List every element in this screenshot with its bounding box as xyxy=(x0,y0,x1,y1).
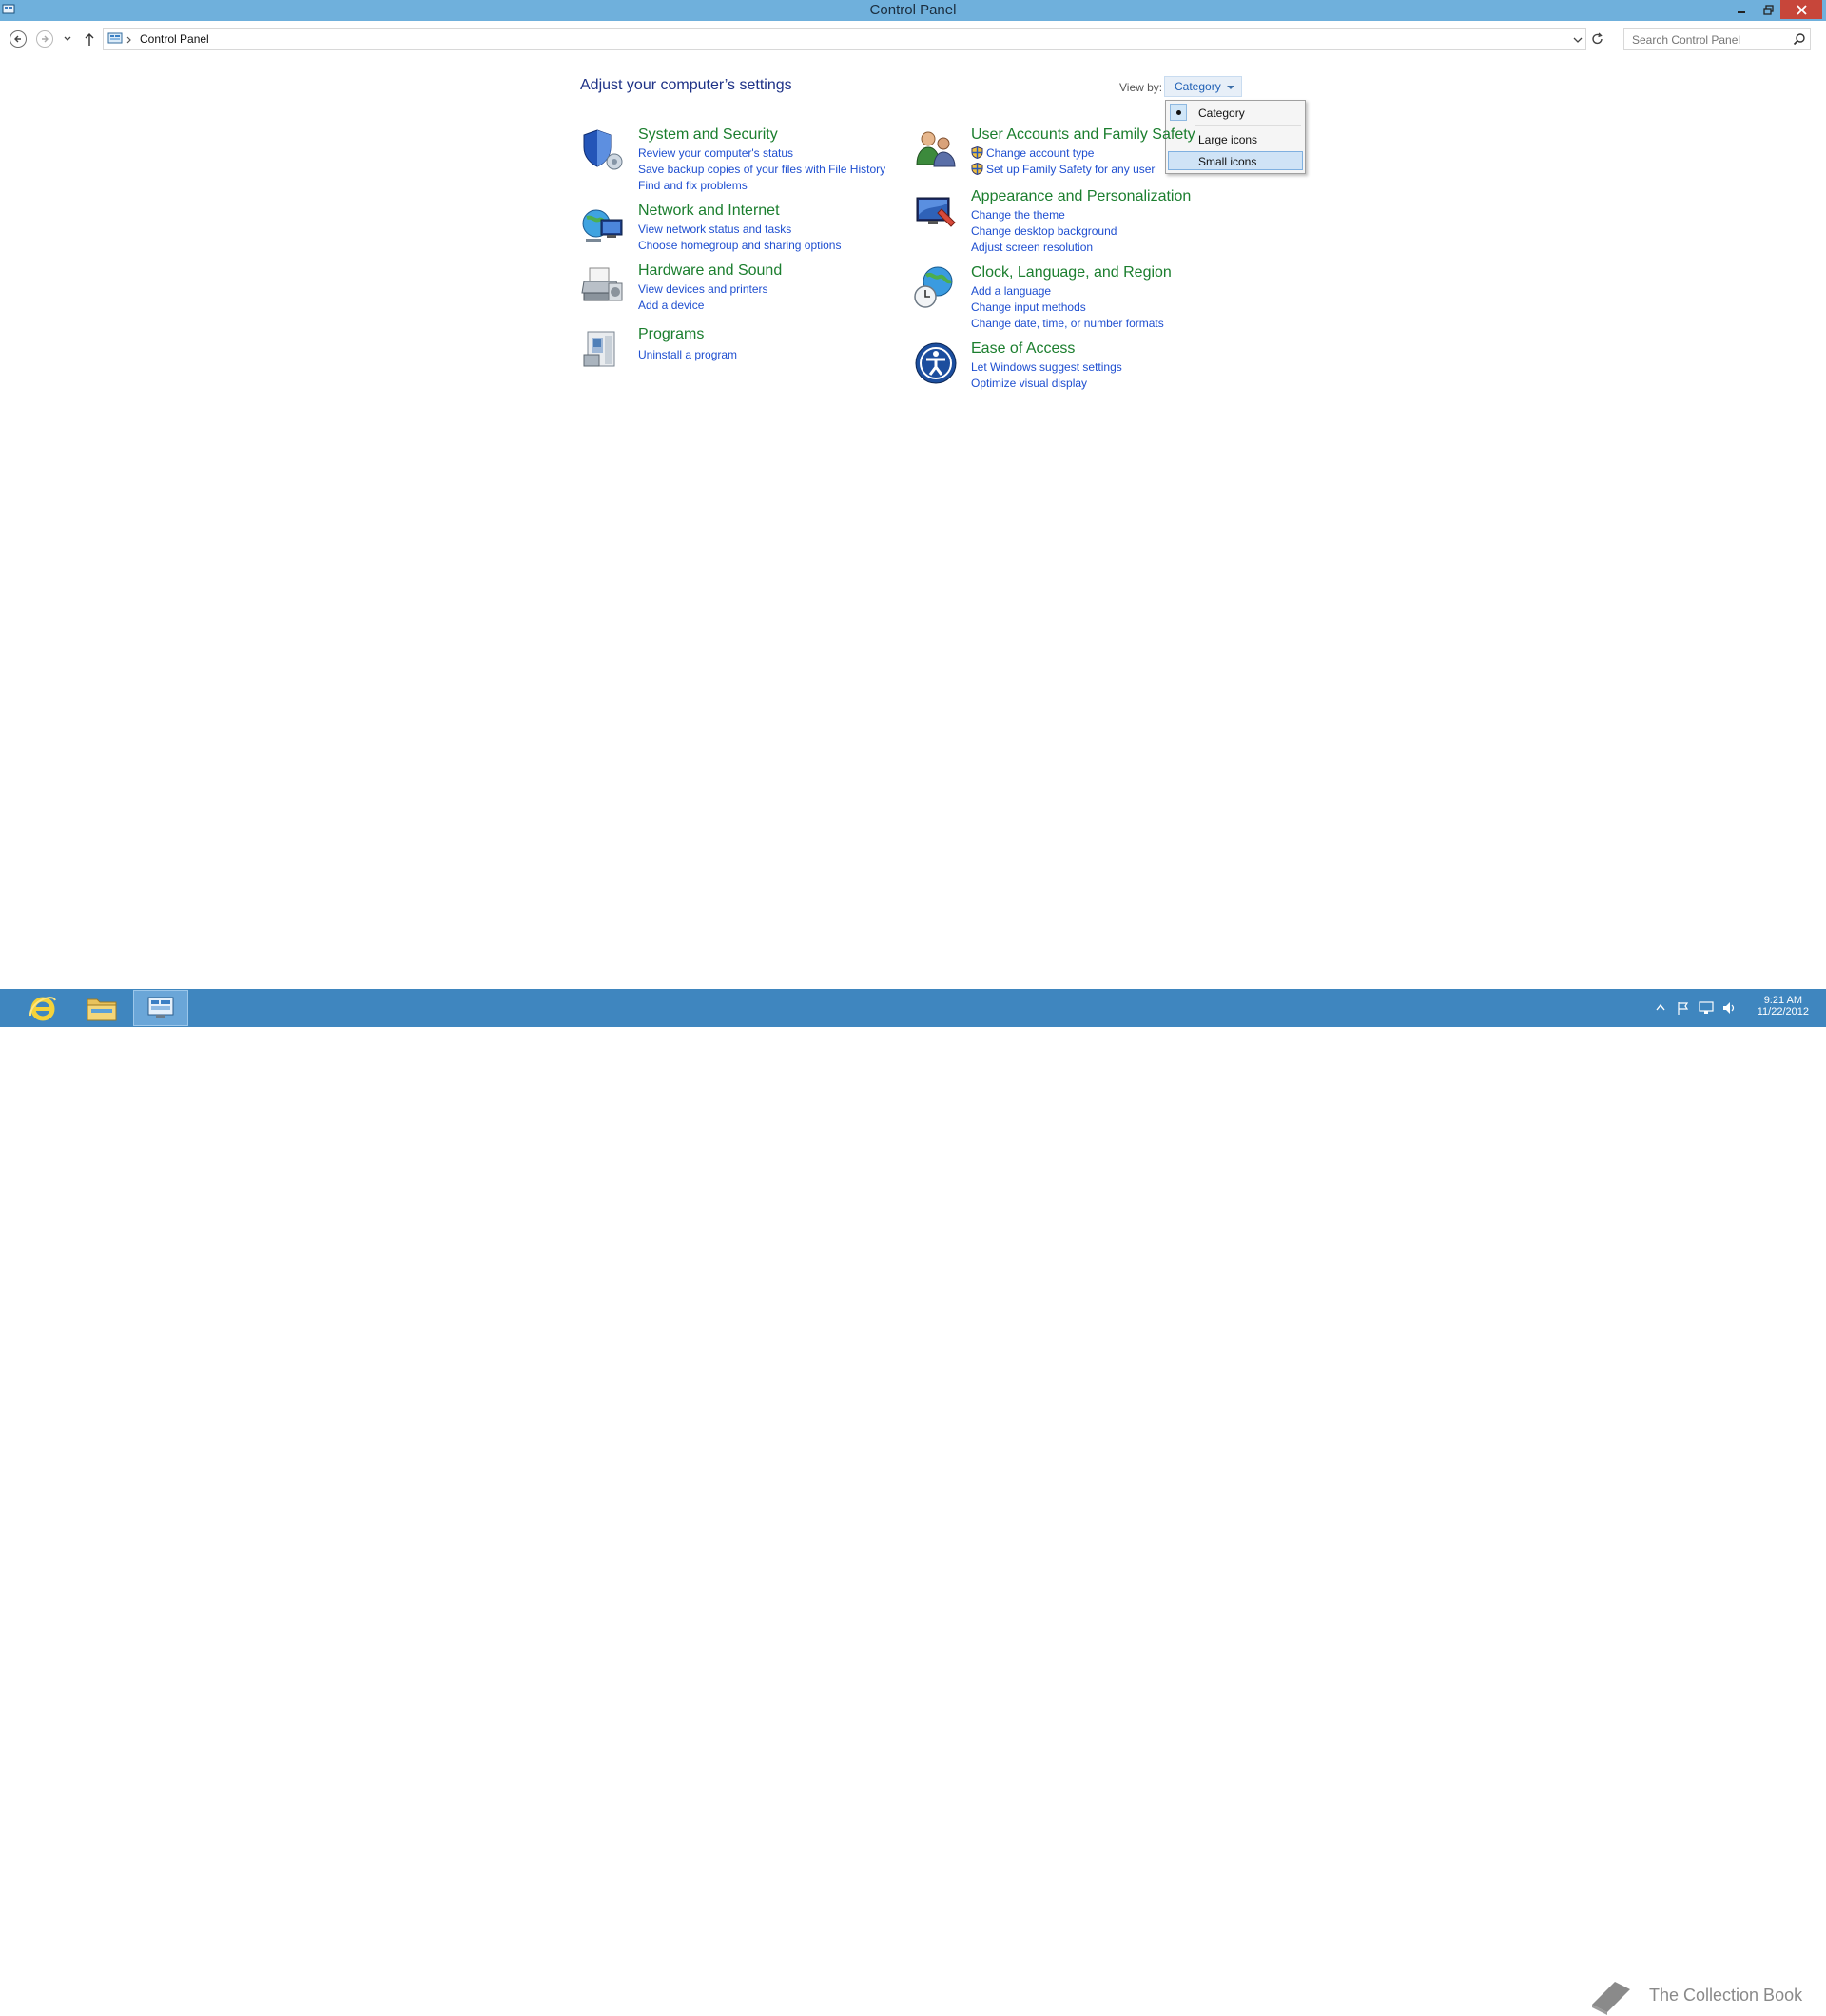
family-safety-link[interactable]: Set up Family Safety for any user xyxy=(971,162,1155,178)
show-hidden-icons-icon[interactable] xyxy=(1655,1002,1666,1012)
folder-icon xyxy=(87,998,117,1021)
forward-button[interactable] xyxy=(36,30,53,48)
printer-icon[interactable] xyxy=(580,262,626,308)
appearance-link[interactable]: Appearance and Personalization xyxy=(971,188,1191,205)
programs-icon[interactable] xyxy=(580,326,626,372)
arrow-right-icon xyxy=(42,35,49,43)
uac-shield-icon xyxy=(971,163,983,175)
volume-icon[interactable] xyxy=(1721,1000,1737,1016)
window-title: Control Panel xyxy=(869,2,957,18)
navigation-bar: Control Panel xyxy=(0,21,1826,55)
uac-shield-icon xyxy=(971,146,983,159)
restore-button[interactable] xyxy=(1754,0,1782,19)
homegroup-sharing-link[interactable]: Choose homegroup and sharing options xyxy=(638,238,841,254)
watermark: The Collection Book xyxy=(1586,1976,1826,2016)
desktop-background-link[interactable]: Change desktop background xyxy=(971,223,1117,240)
screen-resolution-link[interactable]: Adjust screen resolution xyxy=(971,240,1117,256)
minimize-icon xyxy=(1738,11,1745,13)
book-icon xyxy=(1592,1982,1630,2015)
minimize-button[interactable] xyxy=(1727,0,1756,19)
file-history-link[interactable]: Save backup copies of your files with Fi… xyxy=(638,162,885,178)
input-methods-link[interactable]: Change input methods xyxy=(971,300,1164,316)
restore-icon xyxy=(1762,4,1774,15)
internet-explorer-icon xyxy=(29,997,56,1021)
clock-language-link[interactable]: Clock, Language, and Region xyxy=(971,264,1172,281)
action-center-flag-icon[interactable] xyxy=(1676,1000,1689,1016)
clock-time: 9:21 AM xyxy=(1763,995,1803,1006)
view-by-label: View by: xyxy=(1119,81,1163,94)
view-by-value: Category xyxy=(1175,80,1221,93)
back-button[interactable] xyxy=(10,30,27,48)
user-accounts-icon[interactable] xyxy=(913,126,959,172)
system-clock[interactable]: 9:21 AM 11/22/2012 xyxy=(1758,995,1809,1018)
suggest-settings-link[interactable]: Let Windows suggest settings xyxy=(971,359,1122,376)
review-status-link[interactable]: Review your computer's status xyxy=(638,145,885,162)
recent-pages-chevron-icon[interactable] xyxy=(63,35,72,43)
system-security-link[interactable]: System and Security xyxy=(638,126,778,144)
add-language-link[interactable]: Add a language xyxy=(971,283,1164,300)
taskbar-control-panel[interactable] xyxy=(133,990,188,1026)
caret-down-icon xyxy=(1227,86,1234,89)
refresh-icon[interactable] xyxy=(1590,31,1605,47)
ease-of-access-icon[interactable] xyxy=(913,340,959,386)
appearance-icon[interactable] xyxy=(913,188,959,234)
optimize-display-link[interactable]: Optimize visual display xyxy=(971,376,1122,392)
network-icon[interactable] xyxy=(1699,1000,1714,1016)
control-panel-icon xyxy=(147,997,174,1018)
devices-printers-link[interactable]: View devices and printers xyxy=(638,281,768,298)
control-panel-small-icon xyxy=(107,32,123,44)
clock-date: 11/22/2012 xyxy=(1757,1006,1809,1018)
search-box[interactable] xyxy=(1623,28,1811,50)
page-title: Adjust your computer’s settings xyxy=(580,77,792,93)
title-bar: Control Panel xyxy=(0,0,1826,21)
close-icon xyxy=(1796,4,1807,15)
taskbar-file-explorer[interactable] xyxy=(74,990,129,1026)
breadcrumb-separator-icon[interactable] xyxy=(126,36,132,44)
programs-link[interactable]: Programs xyxy=(638,326,704,343)
menu-item-category[interactable]: Category xyxy=(1168,103,1303,122)
search-icon[interactable] xyxy=(1793,32,1806,46)
change-account-type-link[interactable]: Change account type xyxy=(971,145,1155,162)
hardware-sound-link[interactable]: Hardware and Sound xyxy=(638,262,782,280)
address-dropdown-icon[interactable] xyxy=(1573,36,1583,44)
taskbar: The Collection Book 9:21 AM 11/22/2012 xyxy=(0,989,1826,2015)
shield-icon[interactable] xyxy=(580,126,626,172)
taskbar-internet-explorer[interactable] xyxy=(15,990,70,1026)
user-accounts-link[interactable]: User Accounts and Family Safety xyxy=(971,126,1222,144)
date-time-formats-link[interactable]: Change date, time, or number formats xyxy=(971,316,1164,332)
radio-bullet-icon xyxy=(1170,104,1187,121)
change-theme-link[interactable]: Change the theme xyxy=(971,207,1117,223)
arrow-left-icon xyxy=(14,35,21,43)
add-device-link[interactable]: Add a device xyxy=(638,298,768,314)
network-internet-link[interactable]: Network and Internet xyxy=(638,203,780,220)
address-bar[interactable]: Control Panel xyxy=(103,28,1586,50)
breadcrumb-control-panel[interactable]: Control Panel xyxy=(140,32,209,46)
clock-globe-icon[interactable] xyxy=(913,264,959,310)
search-input[interactable] xyxy=(1630,31,1786,48)
menu-item-small-icons[interactable]: Small icons xyxy=(1168,151,1303,170)
view-by-dropdown[interactable]: Category xyxy=(1164,76,1242,97)
close-button[interactable] xyxy=(1780,0,1822,19)
ease-of-access-link[interactable]: Ease of Access xyxy=(971,340,1075,358)
menu-separator xyxy=(1195,125,1301,126)
up-arrow-icon[interactable] xyxy=(83,31,96,47)
network-globe-icon[interactable] xyxy=(580,203,626,248)
find-fix-problems-link[interactable]: Find and fix problems xyxy=(638,178,885,194)
view-network-status-link[interactable]: View network status and tasks xyxy=(638,222,841,238)
uninstall-program-link[interactable]: Uninstall a program xyxy=(638,347,737,363)
